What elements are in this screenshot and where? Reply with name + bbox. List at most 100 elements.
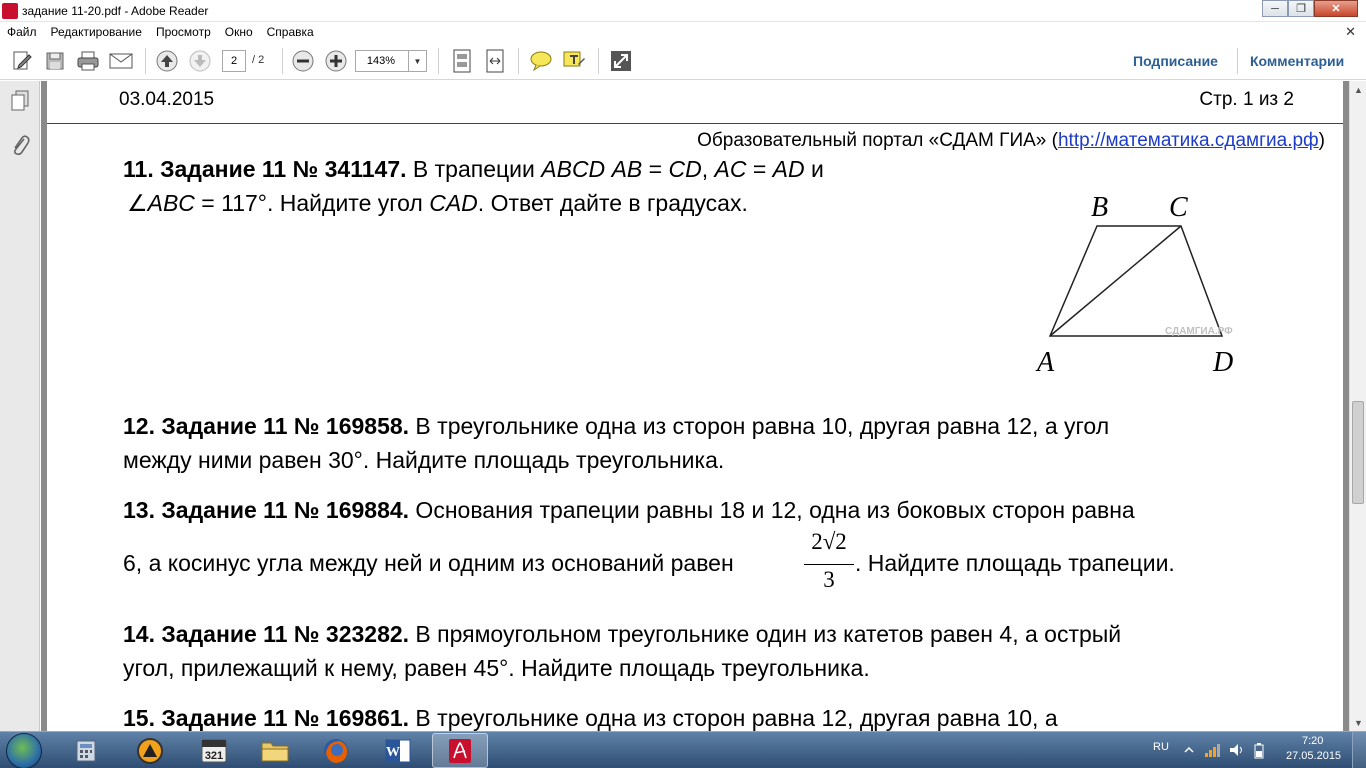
vertex-c-label: C — [1169, 192, 1188, 223]
task-15-line-1: 15. Задание 11 № 169861. В треугольнике … — [123, 701, 1058, 731]
task-11-math: AD — [772, 156, 805, 182]
menu-edit[interactable]: Редактирование — [44, 25, 149, 39]
firefox-icon[interactable] — [308, 733, 364, 768]
page-up-icon[interactable] — [155, 49, 179, 73]
trapezoid-outline — [1048, 225, 1224, 337]
task-13-line-2a: 6, а косинус угла между ней и одним из о… — [123, 550, 734, 576]
aimp-icon[interactable] — [122, 733, 178, 768]
start-button[interactable] — [6, 733, 42, 768]
scroll-down-icon[interactable]: ▼ — [1350, 714, 1366, 731]
toolbar-separator — [518, 48, 519, 74]
close-button[interactable]: ✕ — [1314, 0, 1358, 17]
title-bar: задание 11-20.pdf - Adobe Reader ─ ❐ ✕ — [0, 0, 1366, 22]
task-11-math: CD — [668, 156, 702, 182]
task-11-text: = 117°. Найдите угол — [194, 190, 430, 216]
task-14-number: 14. Задание 11 № 323282. — [123, 621, 410, 647]
toolbar: 2 / 2 143% ▼ Подписание Комментарии — [0, 42, 1366, 80]
vertical-scrollbar[interactable]: ▲ ▼ — [1349, 81, 1366, 731]
window-controls: ─ ❐ ✕ — [1262, 0, 1358, 18]
task-11-math: AC — [714, 156, 747, 182]
menu-help[interactable]: Справка — [260, 25, 321, 39]
zoom-in-icon[interactable] — [324, 49, 348, 73]
vertex-a-label: A — [1035, 347, 1055, 378]
task-11-text: = — [642, 156, 669, 182]
task-15-text: В треугольнике одна из сторон равна 12, … — [409, 705, 1058, 731]
show-desktop-button[interactable] — [1352, 732, 1366, 768]
folder-icon[interactable] — [247, 733, 303, 768]
task-11-text: = — [746, 156, 773, 182]
clock-time[interactable]: 7:20 — [1302, 735, 1323, 747]
zoom-select[interactable]: 143% ▼ — [355, 50, 427, 72]
task-14-line-2: угол, прилежащий к нему, равен 45°. Найд… — [123, 655, 870, 681]
task-11-math: CAD — [429, 190, 478, 216]
task-12-number: 12. Задание 11 № 169858. — [123, 413, 410, 439]
fraction-numerator: 2√2 — [811, 529, 847, 554]
fit-width-icon[interactable] — [483, 49, 507, 73]
portal-suffix: ) — [1318, 130, 1325, 151]
fraction-bar — [804, 564, 854, 565]
zoom-out-icon[interactable] — [291, 49, 315, 73]
task-11-line-1: 11. Задание 11 № 341147. В трапеции ABCD… — [123, 152, 824, 186]
restore-button[interactable]: ❐ — [1288, 0, 1314, 17]
minimize-button[interactable]: ─ — [1262, 0, 1288, 17]
highlight-icon[interactable] — [562, 49, 586, 73]
menu-window[interactable]: Окно — [218, 25, 260, 39]
page-thumbnails-icon[interactable] — [8, 89, 32, 113]
toolbar-separator — [598, 48, 599, 74]
explorer-icon[interactable] — [58, 733, 114, 768]
menu-file[interactable]: Файл — [0, 25, 44, 39]
portal-link[interactable]: http://математика.сдамгиа.рф — [1058, 130, 1319, 151]
task-15-number: 15. Задание 11 № 169861. — [123, 705, 410, 731]
chevron-down-icon[interactable]: ▼ — [408, 51, 426, 71]
taskbar: 321 W RU 7:20 27.05.2015 — [0, 731, 1366, 768]
page-number-input[interactable]: 2 — [222, 50, 246, 72]
adobe-reader-task[interactable] — [432, 733, 488, 768]
comments-button[interactable]: Комментарии — [1250, 53, 1344, 69]
word-letter: W — [386, 745, 400, 760]
task-13-text: Основания трапеции равны 18 и 12, одна и… — [409, 497, 1135, 523]
zoom-value: 143% — [366, 55, 396, 67]
task-11-text: ∠ — [127, 190, 148, 216]
task-14-text: В прямоугольном треугольнике один из кат… — [409, 621, 1122, 647]
email-icon[interactable] — [109, 49, 133, 73]
full-screen-icon[interactable] — [609, 49, 633, 73]
show-hidden-icons-icon[interactable] — [1182, 743, 1196, 757]
save-icon[interactable] — [43, 49, 67, 73]
document-close-icon[interactable]: ✕ — [1345, 24, 1356, 40]
clock-date[interactable]: 27.05.2015 — [1286, 750, 1341, 762]
create-pdf-icon[interactable] — [10, 49, 34, 73]
word-icon[interactable]: W — [370, 733, 426, 768]
battery-icon[interactable] — [1254, 743, 1268, 759]
task-14-line-1: 14. Задание 11 № 323282. В прямоугольном… — [123, 617, 1121, 651]
navigation-panel — [0, 81, 40, 731]
task-11-math: AB — [611, 156, 643, 182]
print-icon[interactable] — [76, 49, 100, 73]
page-down-icon[interactable] — [188, 49, 212, 73]
calendar-321-text: 321 — [205, 750, 223, 762]
task-13-line-2b: . Найдите площадь трапеции. — [855, 550, 1175, 576]
scrollbar-thumb[interactable] — [1352, 401, 1364, 504]
volume-icon[interactable] — [1229, 743, 1243, 757]
toolbar-separator — [145, 48, 146, 74]
sticky-note-icon[interactable] — [529, 49, 553, 73]
fit-page-icon[interactable] — [450, 49, 474, 73]
menu-view[interactable]: Просмотр — [149, 25, 218, 39]
trapezoid-figure: B C A D СДАМГИА.РФ — [1035, 192, 1233, 378]
adobe-reader-icon — [2, 3, 18, 19]
scroll-up-icon[interactable]: ▲ — [1350, 81, 1366, 98]
network-icon[interactable] — [1204, 743, 1220, 757]
document-view[interactable]: 03.04.2015 Стр. 1 из 2 Образовательный п… — [41, 81, 1349, 731]
adobe-reader-window: задание 11-20.pdf - Adobe Reader ─ ❐ ✕ Ф… — [0, 0, 1366, 768]
language-indicator[interactable]: RU — [1153, 741, 1169, 753]
header-page-number: Стр. 1 из 2 — [1199, 89, 1294, 110]
portal-caption: Образовательный портал «СДАМ ГИА» (http:… — [697, 130, 1325, 152]
task-11-line-2: ∠ABC = 117°. Найдите угол CAD. Ответ дай… — [127, 186, 748, 220]
sign-button[interactable]: Подписание — [1133, 53, 1218, 69]
vertex-d-label: D — [1212, 347, 1233, 378]
task-11-text: . Ответ дайте в градусах. — [477, 190, 748, 216]
calendar-321-icon[interactable]: 321 — [186, 733, 242, 768]
portal-prefix: Образовательный портал «СДАМ ГИА» ( — [697, 130, 1058, 151]
attachments-icon[interactable] — [8, 133, 32, 157]
task-12-text: В треугольнике одна из сторон равна 10, … — [409, 413, 1110, 439]
pdf-page: 03.04.2015 Стр. 1 из 2 Образовательный п… — [47, 81, 1343, 731]
